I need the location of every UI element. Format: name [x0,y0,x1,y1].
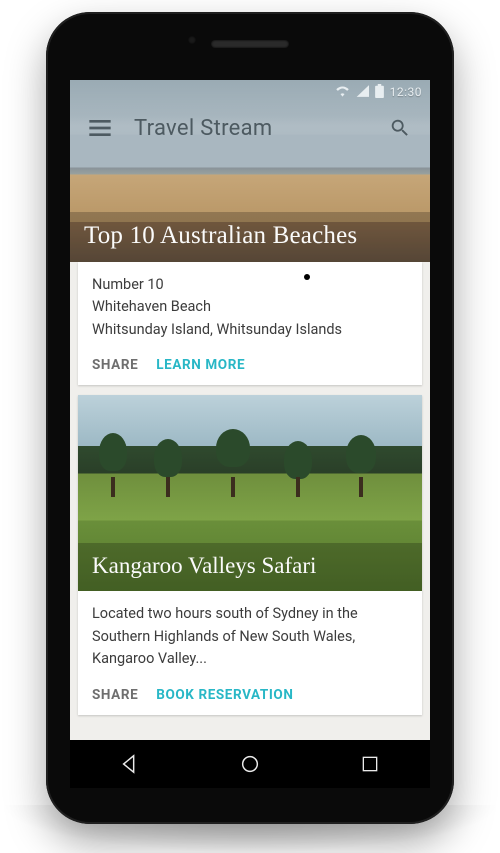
back-icon [119,753,141,775]
status-time: 12:30 [390,85,422,99]
card-line: Whitsunday Island, Whitsunday Islands [92,319,408,341]
card-actions: SHARE BOOK RESERVATION [78,679,422,715]
device-camera-dot [188,36,196,44]
media-title: Kangaroo Valleys Safari [92,553,408,579]
hero-title-bar: Top 10 Australian Beaches [70,212,430,262]
android-navbar [70,740,430,788]
app-title: Travel Stream [134,116,272,141]
card-line: Number 10 [92,274,408,296]
menu-button[interactable] [80,108,120,148]
share-button[interactable]: SHARE [92,357,138,373]
share-button[interactable]: SHARE [92,687,138,703]
card-safari: Kangaroo Valleys Safari Located two hour… [78,395,422,714]
book-reservation-button[interactable]: BOOK RESERVATION [156,687,293,703]
media-title-bar: Kangaroo Valleys Safari [78,543,422,591]
cell-icon [356,85,369,100]
content-scroll[interactable]: Number 10 Whitehaven Beach Whitsunday Is… [70,262,430,733]
status-bar: 12:30 [70,80,430,104]
app-bar: Travel Stream [70,104,430,152]
nav-home-button[interactable] [222,746,278,782]
home-icon [239,753,261,775]
card-body: Located two hours south of Sydney in the… [78,591,422,678]
recents-icon [360,754,380,774]
card-body: Number 10 Whitehaven Beach Whitsunday Is… [78,262,422,349]
device-earpiece [211,40,289,48]
device-frame: 12:30 Travel Stream [46,12,454,824]
learn-more-button[interactable]: LEARN MORE [156,357,245,373]
hero-title: Top 10 Australian Beaches [84,222,416,250]
search-button[interactable] [380,108,420,148]
card-beaches: Number 10 Whitehaven Beach Whitsunday Is… [78,262,422,385]
battery-icon [375,84,384,101]
card-line: Whitehaven Beach [92,296,408,318]
card-actions: SHARE LEARN MORE [78,349,422,385]
card-description: Located two hours south of Sydney in the… [92,603,408,670]
nav-recents-button[interactable] [342,746,398,782]
appbar-hero: 12:30 Travel Stream [70,80,430,262]
media-decor-trees [78,427,422,497]
wifi-icon [335,85,350,100]
search-icon [389,117,411,139]
card-media[interactable]: Kangaroo Valleys Safari [78,395,422,591]
device-screen: 12:30 Travel Stream [70,80,430,740]
nav-back-button[interactable] [102,746,158,782]
status-icons [335,84,384,101]
hamburger-icon [89,120,111,136]
decorative-dot-icon [304,274,310,280]
